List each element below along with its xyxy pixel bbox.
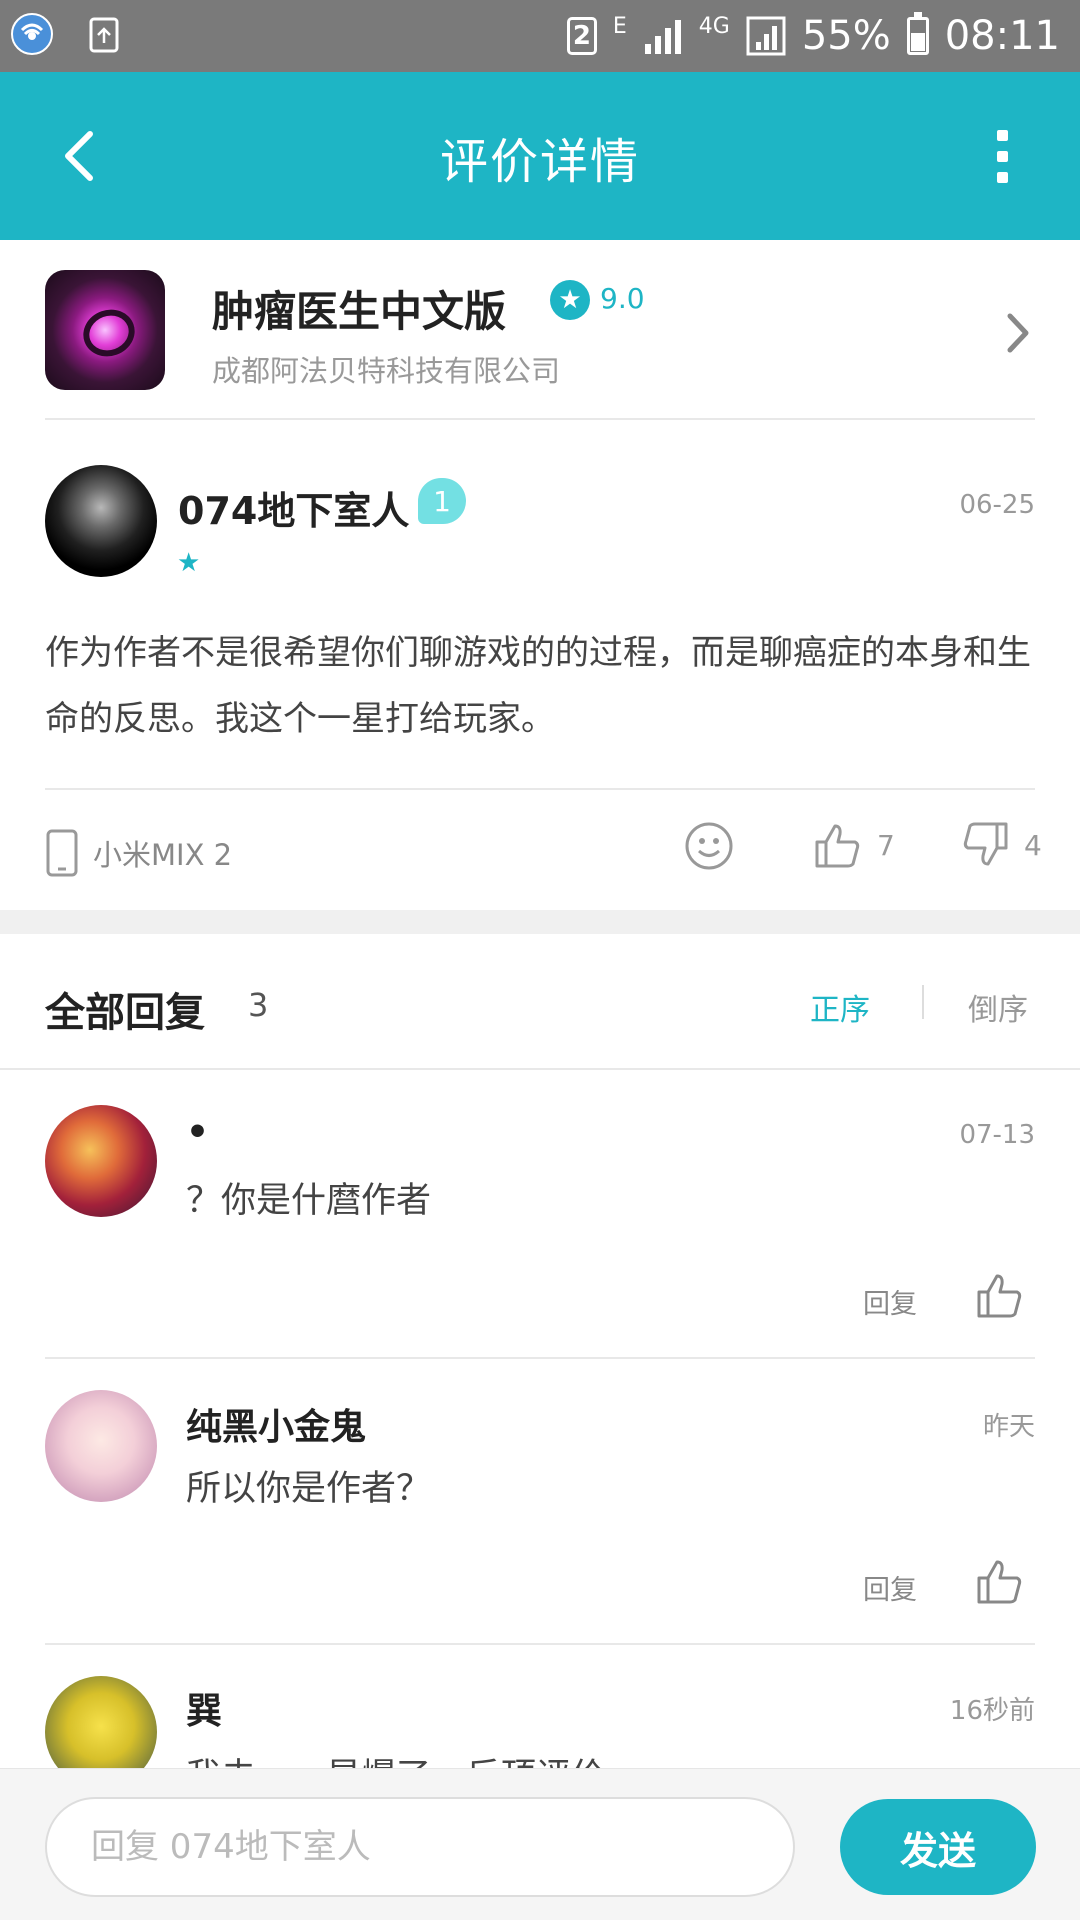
- chevron-right-icon: [1007, 313, 1029, 353]
- reply-text: ？你是什麿作者: [186, 1181, 432, 1221]
- reply-author[interactable]: 纯黑小金鬼: [186, 1398, 366, 1450]
- reply-text: 所以你是作者？: [186, 1469, 432, 1509]
- avatar[interactable]: [45, 1390, 157, 1502]
- device-name: 小米MIX 2: [93, 838, 233, 872]
- divider: [45, 418, 1035, 420]
- replies-title: 全部回复: [45, 990, 205, 1036]
- avatar[interactable]: [45, 465, 157, 577]
- send-button[interactable]: 发送: [840, 1799, 1036, 1895]
- section-separator: [0, 910, 1080, 934]
- sim-slot-badge: 2: [566, 17, 597, 55]
- thumbs-down-icon: [963, 822, 1008, 866]
- sort-desc-button[interactable]: 倒序: [968, 985, 1028, 1029]
- page-title: 评价详情: [439, 134, 640, 190]
- reply-date: 07-13: [959, 1120, 1035, 1150]
- thumbs-up-icon: [815, 824, 860, 868]
- reply-author[interactable]: •: [186, 1112, 209, 1153]
- score-star-icon: ★: [550, 280, 590, 320]
- signal-boxed-icon: [746, 16, 786, 56]
- signal-icon: [644, 20, 681, 54]
- review-date: 06-25: [959, 490, 1035, 520]
- review-text: 作为作者不是很希望你们聊游戏的的过程，而是聊癌症的本身和生命的反思。我这个一星打…: [45, 633, 1031, 739]
- app-icon: [45, 270, 165, 390]
- battery-percent: 55%: [801, 13, 891, 59]
- review-author[interactable]: 074地下室人: [178, 480, 409, 535]
- thumbs-up-icon[interactable]: [975, 1270, 1025, 1320]
- app-developer: 成都阿法贝特科技有限公司: [212, 354, 561, 388]
- sort-divider: [922, 985, 924, 1019]
- divider: [0, 1068, 1080, 1070]
- reply-author[interactable]: 巽: [186, 1682, 222, 1734]
- reply-date: 16秒前: [949, 1696, 1035, 1726]
- more-menu-button[interactable]: [964, 118, 1040, 194]
- avatar[interactable]: [45, 1105, 157, 1217]
- divider: [45, 1643, 1035, 1645]
- app-name: 肿瘤医生中文版: [212, 287, 507, 336]
- reply-bar: 发送: [0, 1768, 1080, 1920]
- network-type: 4G: [698, 14, 730, 39]
- reply-input[interactable]: [45, 1797, 795, 1897]
- level-badge: 1: [418, 478, 466, 524]
- emoji-react-button[interactable]: [683, 820, 735, 872]
- clock: 08:11: [944, 13, 1060, 59]
- rating-star-icon: ★: [177, 548, 201, 578]
- app-bar: 评价详情: [0, 72, 1080, 240]
- app-score: 9.0: [600, 282, 645, 315]
- like-count: 7: [877, 828, 895, 862]
- network-letter: E: [612, 14, 627, 39]
- thumbs-up-icon[interactable]: [975, 1556, 1025, 1606]
- smiley-icon: [685, 822, 733, 870]
- battery-icon: [906, 12, 929, 55]
- phone-icon: [46, 829, 78, 877]
- divider: [45, 1357, 1035, 1359]
- dislike-button[interactable]: 4: [960, 820, 1042, 870]
- dislike-count: 4: [1024, 828, 1042, 862]
- like-button[interactable]: 7: [813, 820, 895, 870]
- replies-count: 3: [248, 986, 269, 1024]
- reply-button[interactable]: 回复: [863, 1282, 917, 1321]
- reply-date: 昨天: [982, 1412, 1035, 1442]
- reply-button[interactable]: 回复: [863, 1568, 917, 1607]
- wifi-hotspot-icon: [10, 12, 54, 56]
- sort-asc-button[interactable]: 正序: [810, 985, 870, 1029]
- device-info: 小米MIX 2: [45, 828, 232, 878]
- review-footer: 小米MIX 2 7 4: [0, 790, 1080, 910]
- recycle-icon: [82, 12, 126, 56]
- status-bar: 2 E 4G 55% 08:11: [0, 0, 1080, 72]
- app-info-row[interactable]: 肿瘤医生中文版 ★ 9.0 成都阿法贝特科技有限公司: [0, 240, 1080, 418]
